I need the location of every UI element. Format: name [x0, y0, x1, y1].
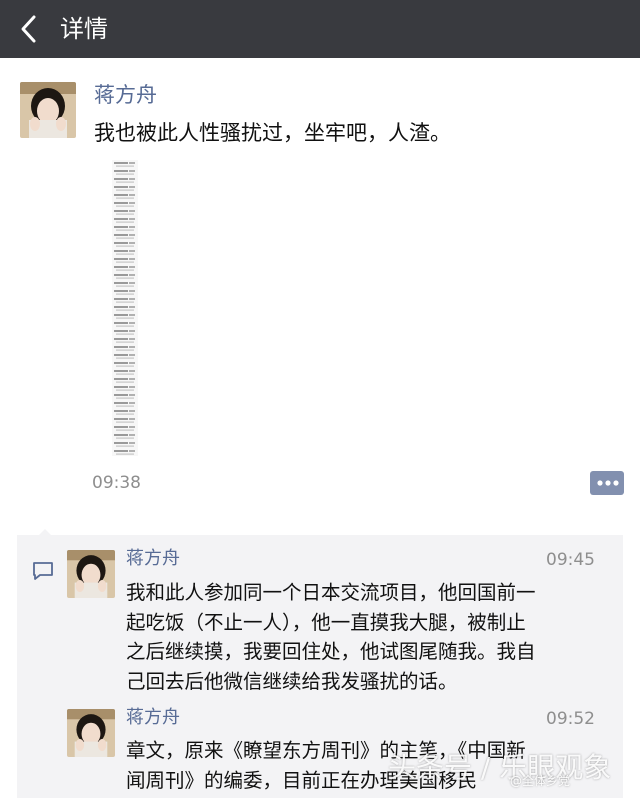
comment-more-button[interactable] — [590, 471, 624, 495]
screenshot-thumbnail[interactable] — [112, 160, 138, 456]
avatar[interactable] — [20, 82, 76, 138]
comment-icon — [32, 561, 54, 581]
comment-line: 我和此人参加同一个日本交流项目，他回国前一 — [126, 581, 536, 604]
comment-text: 我和此人参加同一个日本交流项目，他回国前一 起吃饭（不止一人），他一直摸我大腿，… — [126, 578, 616, 696]
comment-time: 09:45 — [546, 550, 595, 570]
watermark-handle: @全体乡党 — [510, 774, 571, 788]
comment-avatar[interactable] — [67, 550, 115, 598]
comment-time: 09:52 — [546, 709, 595, 729]
ellipsis-icon — [590, 471, 624, 495]
comment-line: 起吃饭（不止一人），他一直摸我大腿，被制止 — [126, 610, 526, 634]
watermark: 头条号 / 乐眼观象 — [388, 751, 612, 784]
post-author-name[interactable]: 蒋方舟 — [94, 80, 157, 110]
title-bar: 详情 — [0, 0, 640, 58]
comment-avatar[interactable] — [67, 709, 115, 757]
comment-author-name[interactable]: 蒋方舟 — [126, 706, 180, 730]
chevron-left-icon[interactable] — [12, 12, 46, 46]
post-text: 我也被此人性骚扰过，坐牢吧，人渣。 — [94, 121, 451, 145]
comment-line: 之后继续摸，我要回住处，他试图尾随我。我自 — [126, 640, 536, 663]
comment-author-name[interactable]: 蒋方舟 — [126, 547, 180, 571]
comment-line: 己回去后他微信继续给我发骚扰的话。 — [126, 669, 458, 693]
post-time: 09:38 — [92, 473, 141, 493]
page-title: 详情 — [60, 15, 108, 43]
